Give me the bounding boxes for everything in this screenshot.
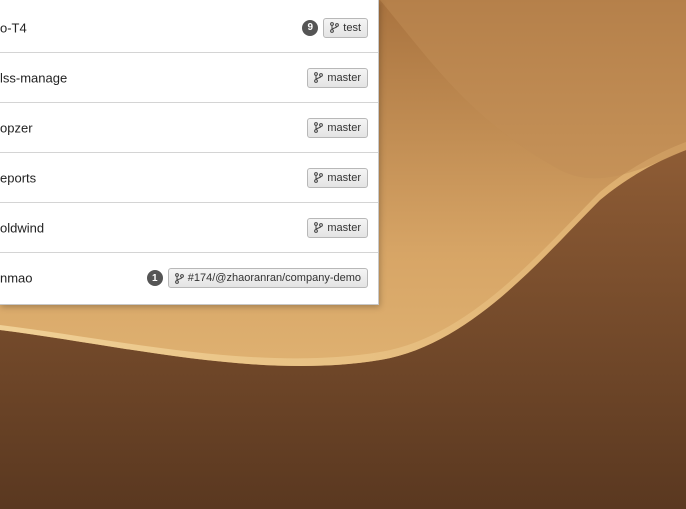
repo-row[interactable]: lss-manage master [0, 53, 378, 103]
repo-row[interactable]: opzer master [0, 103, 378, 153]
change-count-badge: 9 [302, 19, 319, 36]
repo-name: oldwind [0, 220, 45, 235]
branch-button[interactable]: master [307, 67, 368, 88]
branch-label: master [327, 171, 361, 184]
repo-row[interactable]: nmao 1 #174/@zhaoranran/company-demo [0, 253, 378, 303]
branch-button[interactable]: master [307, 167, 368, 188]
branch-label: #174/@zhaoranran/company-demo [187, 272, 361, 284]
repo-name: o-T4 [0, 20, 27, 35]
branch-button[interactable]: master [307, 217, 368, 238]
git-branch-icon [314, 172, 324, 183]
repo-row[interactable]: oldwind master [0, 203, 378, 253]
change-count-badge: 1 [146, 270, 163, 286]
git-branch-icon [330, 22, 340, 33]
repo-meta: master [307, 167, 368, 188]
repo-row[interactable]: eports master [0, 153, 378, 203]
repo-row[interactable]: o-T4 9 test [0, 3, 378, 53]
branch-button[interactable]: master [307, 117, 368, 138]
repository-list-panel: o-T4 9 test lss-manage master opzer mast… [0, 0, 379, 305]
repo-meta: 9 test [302, 17, 368, 38]
branch-label: master [327, 121, 361, 134]
repo-name: lss-manage [0, 70, 68, 85]
git-branch-icon [314, 122, 324, 133]
repo-meta: master [307, 67, 368, 88]
repo-name: eports [0, 170, 37, 185]
branch-label: test [343, 21, 361, 34]
repo-meta: master [307, 217, 368, 238]
branch-label: master [327, 221, 361, 234]
branch-button[interactable]: test [323, 17, 368, 38]
branch-label: master [327, 71, 361, 84]
repo-meta: 1 #174/@zhaoranran/company-demo [146, 268, 368, 288]
git-branch-icon [314, 222, 324, 233]
repo-name: nmao [0, 270, 33, 286]
git-branch-icon [314, 72, 324, 83]
git-branch-icon [174, 272, 184, 284]
branch-button[interactable]: #174/@zhaoranran/company-demo [167, 268, 368, 288]
repo-name: opzer [0, 120, 33, 135]
repo-meta: master [307, 117, 368, 138]
